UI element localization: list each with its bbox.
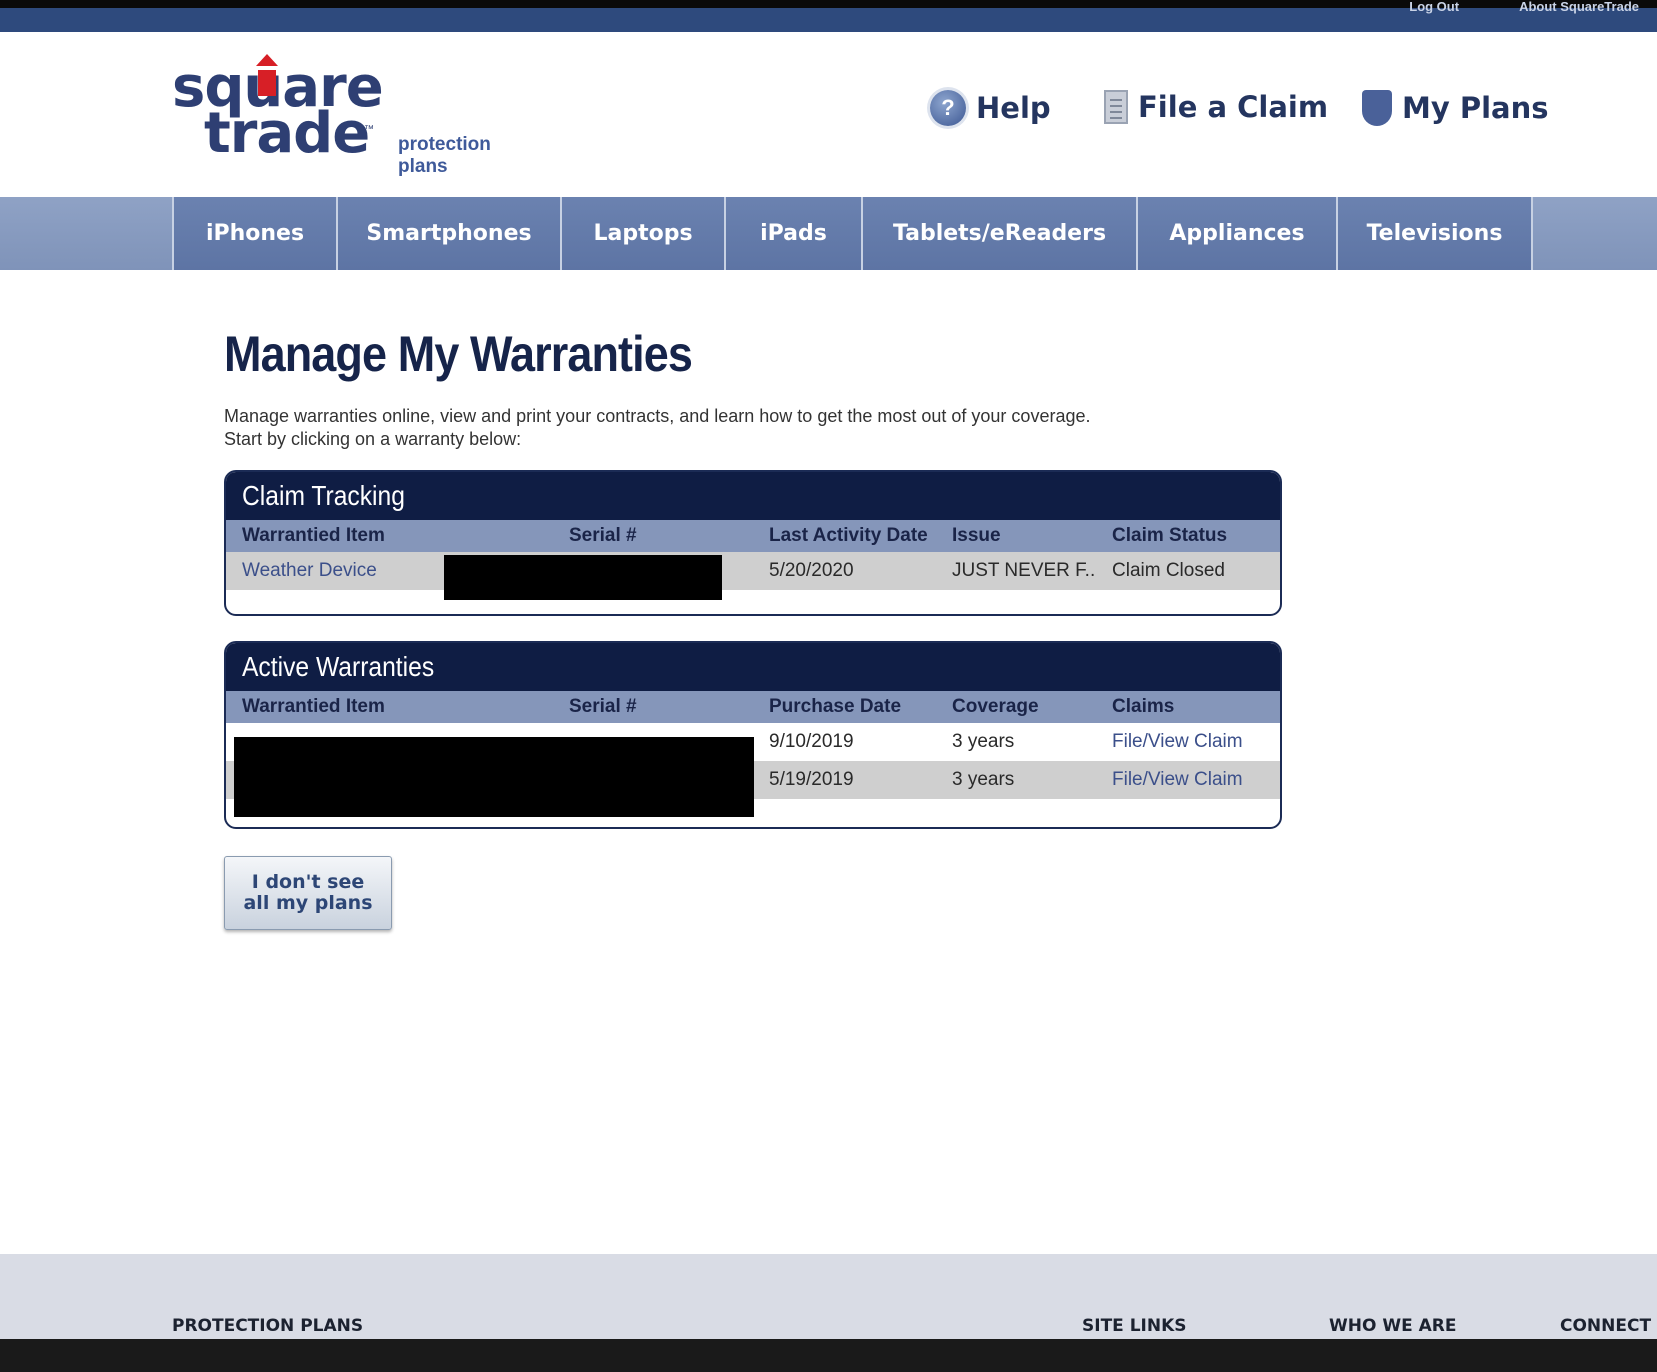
page: Log Out About SquareTrade square trade ™… bbox=[0, 0, 1657, 1372]
logo-house-icon bbox=[256, 54, 278, 66]
shield-icon bbox=[1362, 90, 1392, 126]
help-link[interactable]: ? Help bbox=[930, 90, 1051, 126]
column-header: Warrantied Item bbox=[242, 696, 385, 717]
file-view-claim-link[interactable]: File/View Claim bbox=[1096, 769, 1280, 791]
about-link[interactable]: About SquareTrade bbox=[1519, 0, 1639, 14]
main-content: Manage My Warranties Manage warranties o… bbox=[224, 325, 1284, 930]
footer-heading-connect: CONNECT W bbox=[1560, 1316, 1657, 1336]
nav-item-laptops[interactable]: Laptops bbox=[560, 197, 724, 270]
coverage-cell: 3 years bbox=[952, 769, 1015, 790]
my-plans-link[interactable]: My Plans bbox=[1362, 90, 1549, 126]
top-bar: Log Out About SquareTrade bbox=[0, 0, 1657, 32]
column-header: Issue bbox=[952, 525, 1001, 546]
column-header: Serial # bbox=[569, 696, 637, 717]
help-icon: ? bbox=[930, 90, 966, 126]
redaction-bar bbox=[444, 555, 722, 600]
category-nav-items: iPhones Smartphones Laptops iPads Tablet… bbox=[172, 197, 1533, 270]
intro-text: Manage warranties online, view and print… bbox=[224, 405, 1284, 451]
nav-item-iphones[interactable]: iPhones bbox=[172, 197, 336, 270]
column-header: Claims bbox=[1112, 696, 1175, 717]
help-label: Help bbox=[976, 91, 1051, 125]
column-header: Claim Status bbox=[1112, 525, 1228, 546]
file-view-claim-link[interactable]: File/View Claim bbox=[1096, 731, 1280, 753]
claim-tracking-header: Warrantied Item Serial # Last Activity D… bbox=[226, 520, 1280, 552]
coverage-cell: 3 years bbox=[952, 731, 1015, 752]
footer-heading-site-links: SITE LINKS bbox=[1082, 1316, 1187, 1336]
file-claim-label: File a Claim bbox=[1138, 90, 1329, 124]
document-icon bbox=[1104, 90, 1128, 124]
missing-plans-line1: I don't see bbox=[251, 871, 365, 893]
logo-house-body bbox=[258, 70, 276, 96]
purchase-date: 9/10/2019 bbox=[769, 731, 854, 752]
redaction-bar bbox=[234, 737, 754, 817]
active-warranties-header: Warrantied Item Serial # Purchase Date C… bbox=[226, 691, 1280, 723]
logo-tagline-line2: plans bbox=[398, 156, 448, 177]
logo-trademark: ™ bbox=[364, 124, 374, 135]
footer-heading-protection-plans: PROTECTION PLANS bbox=[172, 1316, 364, 1336]
column-header: Serial # bbox=[569, 525, 637, 546]
intro-line-2: Start by clicking on a warranty below: bbox=[224, 429, 522, 449]
nav-item-televisions[interactable]: Televisions bbox=[1336, 197, 1533, 270]
my-plans-label: My Plans bbox=[1402, 91, 1549, 125]
nav-item-tablets[interactable]: Tablets/eReaders bbox=[861, 197, 1136, 270]
footer-heading-who-we-are: WHO WE ARE bbox=[1329, 1316, 1457, 1336]
nav-item-ipads[interactable]: iPads bbox=[724, 197, 861, 270]
site-footer: PROTECTION PLANS SITE LINKS WHO WE ARE C… bbox=[0, 1254, 1657, 1339]
claim-tracking-title: Claim Tracking bbox=[226, 472, 1280, 520]
last-activity-date: 5/20/2020 bbox=[769, 560, 854, 581]
claim-status: Claim Closed bbox=[1112, 560, 1225, 581]
category-nav: iPhones Smartphones Laptops iPads Tablet… bbox=[0, 197, 1657, 270]
intro-line-1: Manage warranties online, view and print… bbox=[224, 406, 1091, 426]
issue-cell: JUST NEVER F... bbox=[952, 560, 1096, 581]
column-header: Warrantied Item bbox=[242, 525, 385, 546]
page-title: Manage My Warranties bbox=[224, 326, 693, 382]
footer-bottom-bar bbox=[0, 1339, 1657, 1372]
logo-tagline: protection plans bbox=[398, 134, 491, 178]
active-warranties-panel: Active Warranties Warrantied Item Serial… bbox=[224, 641, 1282, 829]
site-header: square trade ™ protection plans ? Help F… bbox=[0, 32, 1657, 197]
file-claim-link[interactable]: File a Claim bbox=[1104, 90, 1328, 124]
missing-plans-button[interactable]: I don't see all my plans bbox=[224, 856, 392, 930]
logout-link[interactable]: Log Out bbox=[1409, 0, 1459, 14]
top-bar-links: Log Out About SquareTrade bbox=[1409, 0, 1639, 14]
active-warranties-title: Active Warranties bbox=[226, 643, 1280, 691]
logo-word-trade: trade bbox=[204, 101, 370, 166]
squaretrade-logo[interactable]: square trade ™ protection plans bbox=[172, 54, 512, 177]
column-header: Last Activity Date bbox=[769, 525, 928, 546]
table-row[interactable]: Weather Device 5/20/2020 JUST NEVER F...… bbox=[226, 552, 1280, 590]
claim-tracking-panel: Claim Tracking Warrantied Item Serial # … bbox=[224, 470, 1282, 616]
purchase-date: 5/19/2019 bbox=[769, 769, 854, 790]
missing-plans-line2: all my plans bbox=[243, 892, 373, 914]
column-header: Purchase Date bbox=[769, 696, 902, 717]
nav-item-appliances[interactable]: Appliances bbox=[1136, 197, 1336, 270]
nav-item-smartphones[interactable]: Smartphones bbox=[336, 197, 560, 270]
logo-tagline-line1: protection bbox=[398, 134, 491, 155]
column-header: Coverage bbox=[952, 696, 1039, 717]
